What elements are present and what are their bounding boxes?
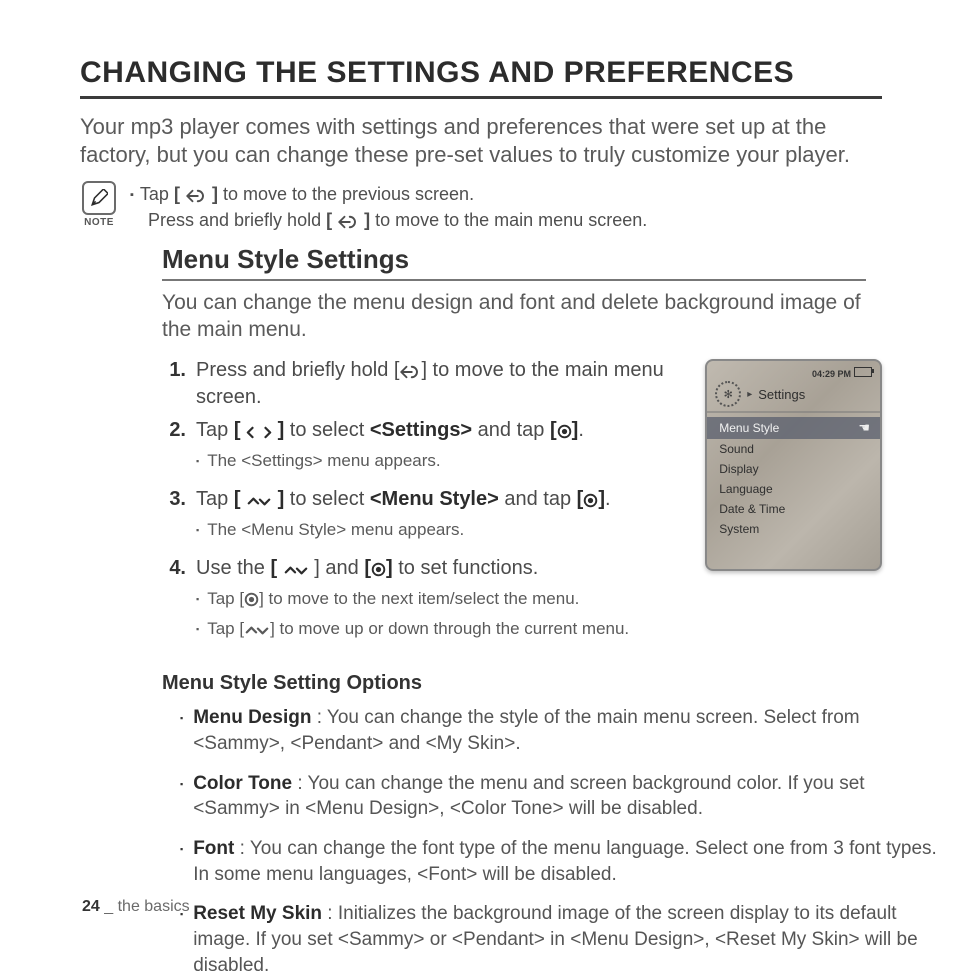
step3-a: Tap bbox=[196, 488, 234, 510]
step4-mid: and bbox=[320, 557, 364, 579]
options-list: ▪Menu Design : You can change the style … bbox=[180, 705, 940, 978]
step4-s1a: Tap [ bbox=[207, 589, 244, 608]
note-block: NOTE ▪Tap [ ] to move to the previous sc… bbox=[80, 181, 882, 233]
step3-m2: and tap bbox=[499, 488, 577, 510]
select-icon bbox=[244, 592, 259, 607]
step4-b: to set functions. bbox=[393, 557, 539, 579]
select-icon bbox=[557, 424, 572, 439]
step-num: 2. bbox=[162, 417, 186, 444]
page-number: 24 bbox=[82, 898, 100, 915]
back-icon bbox=[337, 215, 359, 229]
back-icon bbox=[399, 365, 421, 379]
note-icon bbox=[82, 181, 116, 215]
opt-reset-my-skin: Reset My Skin bbox=[193, 903, 322, 924]
device-item-menu-style: Menu Style☚ bbox=[707, 417, 880, 439]
opt-color-tone-desc: : You can change the menu and screen bac… bbox=[193, 773, 864, 820]
step2-m2: and tap bbox=[472, 419, 550, 441]
note-label: NOTE bbox=[84, 217, 114, 228]
select-icon bbox=[583, 493, 598, 508]
opt-color-tone: Color Tone bbox=[193, 773, 292, 794]
step3-end: . bbox=[605, 488, 611, 510]
up-down-icon bbox=[246, 495, 272, 508]
left-right-icon bbox=[246, 426, 272, 439]
step2-m1: to select bbox=[284, 419, 370, 441]
hand-icon: ☚ bbox=[858, 420, 870, 436]
select-icon bbox=[371, 562, 386, 577]
note-line2b: to move to the main menu screen. bbox=[370, 210, 647, 230]
note-line1a: Tap bbox=[140, 184, 174, 204]
device-title: Settings bbox=[758, 387, 805, 402]
page-title: CHANGING THE SETTINGS AND PREFERENCES bbox=[80, 56, 882, 99]
intro-text: Your mp3 player comes with settings and … bbox=[80, 113, 882, 169]
step-num: 4. bbox=[162, 555, 186, 582]
step2-end: . bbox=[578, 419, 584, 441]
step-num: 3. bbox=[162, 486, 186, 513]
note-line1b: to move to the previous screen. bbox=[218, 184, 474, 204]
step3-target: <Menu Style> bbox=[370, 488, 499, 510]
options-heading: Menu Style Setting Options bbox=[162, 672, 882, 695]
step3-sub: The <Menu Style> menu appears. bbox=[207, 519, 464, 541]
device-item-system: System bbox=[707, 519, 880, 539]
step-num: 1. bbox=[162, 357, 186, 411]
up-down-icon bbox=[244, 624, 270, 637]
step2-a: Tap bbox=[196, 419, 234, 441]
section-heading: Menu Style Settings bbox=[162, 244, 866, 281]
step4-s2a: Tap [ bbox=[207, 619, 244, 638]
section-intro: You can change the menu design and font … bbox=[162, 289, 882, 344]
step2-sub: The <Settings> menu appears. bbox=[207, 450, 440, 472]
footer-sep: _ bbox=[100, 898, 118, 915]
device-screenshot: 04:29 PM ✻ ▸ Settings Menu Style☚ Sound … bbox=[705, 359, 882, 571]
device-item-display: Display bbox=[707, 459, 880, 479]
opt-menu-design: Menu Design bbox=[193, 707, 311, 728]
step4-a: Use the bbox=[196, 557, 270, 579]
step1-a: Press and briefly hold [ bbox=[196, 359, 399, 381]
device-item-language: Language bbox=[707, 479, 880, 499]
page-footer: 24 _ the basics bbox=[82, 898, 190, 916]
battery-icon bbox=[854, 367, 872, 377]
steps-list: 1. Press and briefly hold [ ] to move to … bbox=[162, 357, 685, 654]
device-menu: Menu Style☚ Sound Display Language Date … bbox=[707, 413, 880, 569]
device-time: 04:29 PM bbox=[812, 369, 851, 379]
gear-icon: ✻ bbox=[715, 381, 741, 407]
device-item-date-time: Date & Time bbox=[707, 499, 880, 519]
device-item-sound: Sound bbox=[707, 439, 880, 459]
up-down-icon bbox=[283, 564, 309, 577]
step2-target: <Settings> bbox=[370, 419, 472, 441]
opt-font-desc: : You can change the font type of the me… bbox=[193, 838, 937, 885]
step4-s1b: ] to move to the next item/select the me… bbox=[259, 589, 579, 608]
footer-section: the basics bbox=[118, 898, 190, 915]
step4-s2b: ] to move up or down through the current… bbox=[270, 619, 629, 638]
note-line2a: Press and briefly hold bbox=[148, 210, 326, 230]
back-icon bbox=[185, 189, 207, 203]
step3-m1: to select bbox=[284, 488, 370, 510]
opt-font: Font bbox=[193, 838, 234, 859]
